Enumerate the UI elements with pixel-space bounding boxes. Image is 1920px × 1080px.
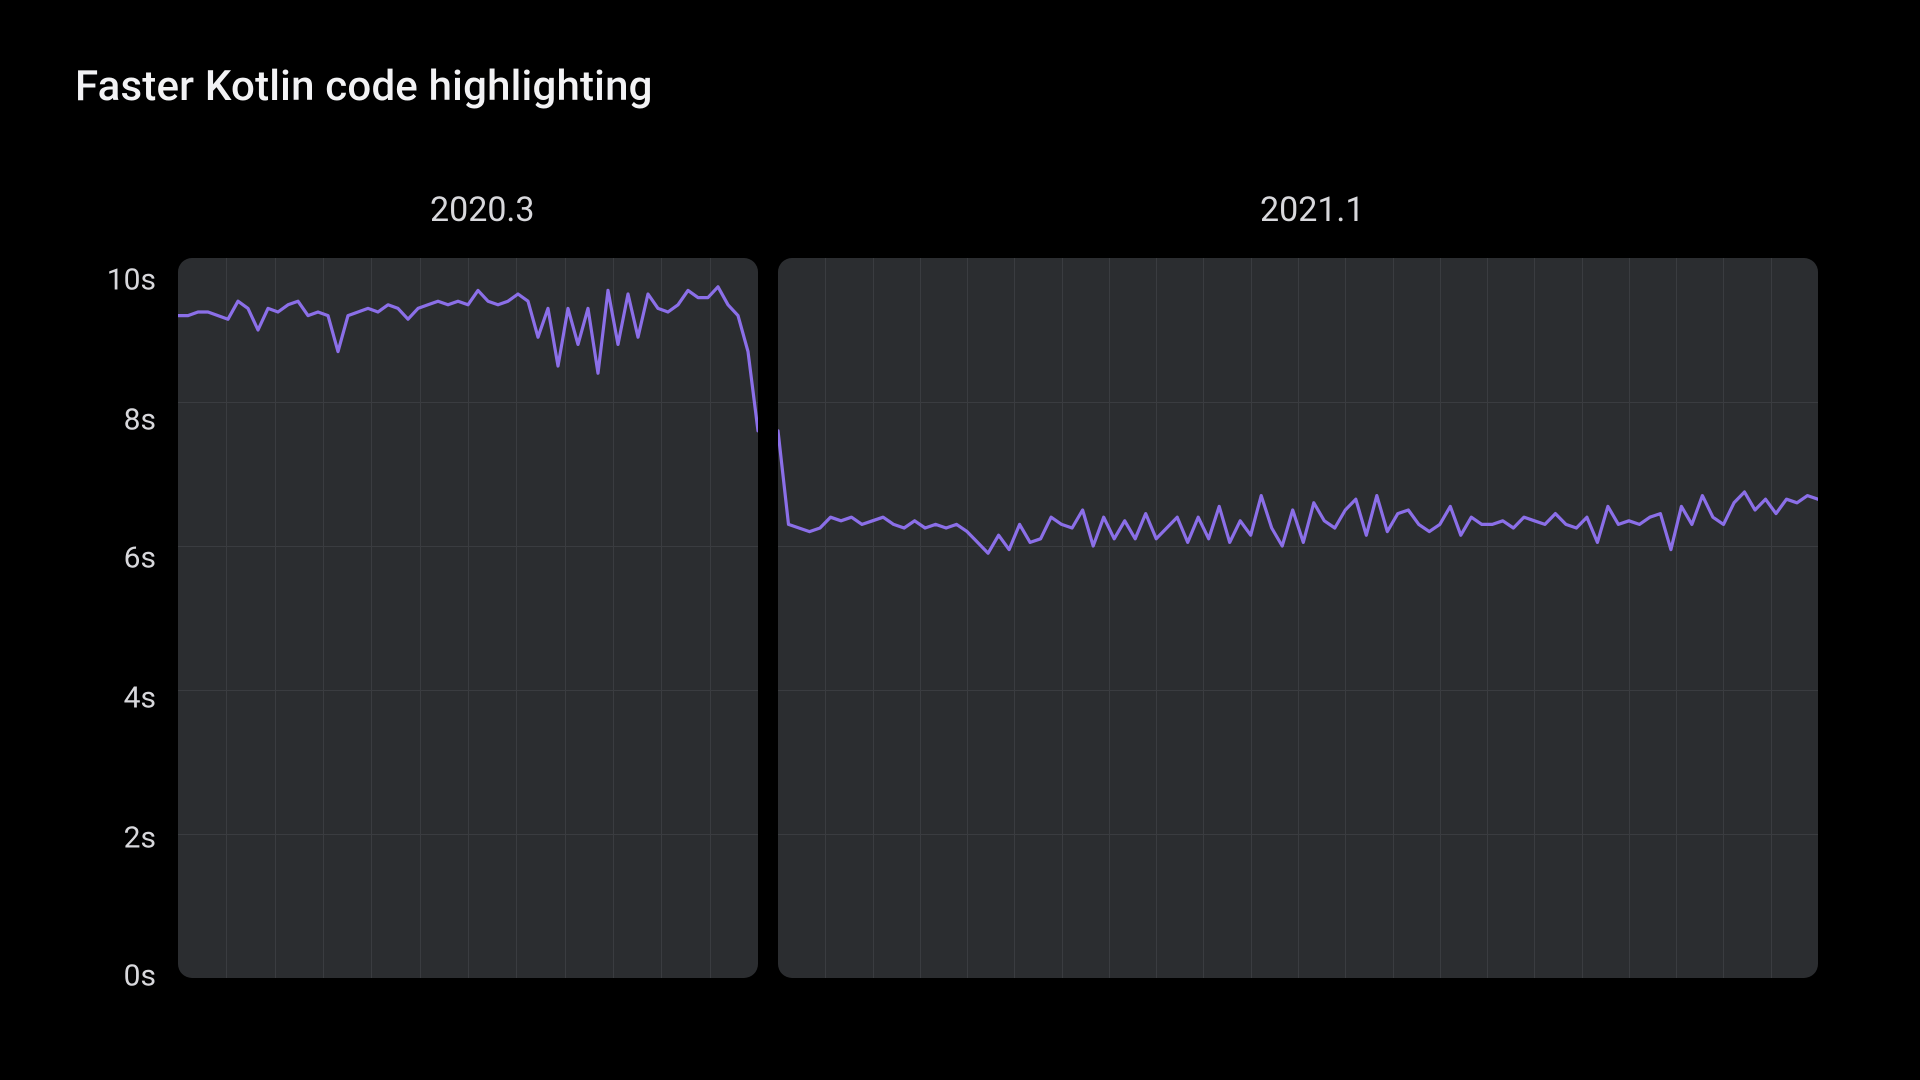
panel-label-left: 2020.3 <box>430 190 535 230</box>
plot-panel-2020-3 <box>178 258 758 978</box>
chart-area: 2020.3 2021.1 10s 8s 6s 4s 2s 0s <box>60 180 1860 1030</box>
series-line <box>178 258 758 978</box>
ytick-2s: 2s <box>60 821 156 856</box>
chart-title: Faster Kotlin code highlighting <box>75 62 653 111</box>
ytick-4s: 4s <box>60 681 156 716</box>
series-line <box>778 258 1818 978</box>
panel-label-right: 2021.1 <box>1260 190 1365 230</box>
ytick-8s: 8s <box>60 403 156 438</box>
ytick-6s: 6s <box>60 541 156 576</box>
ytick-0s: 0s <box>60 959 156 994</box>
ytick-10s: 10s <box>60 263 156 298</box>
plot-panel-2021-1 <box>778 258 1818 978</box>
